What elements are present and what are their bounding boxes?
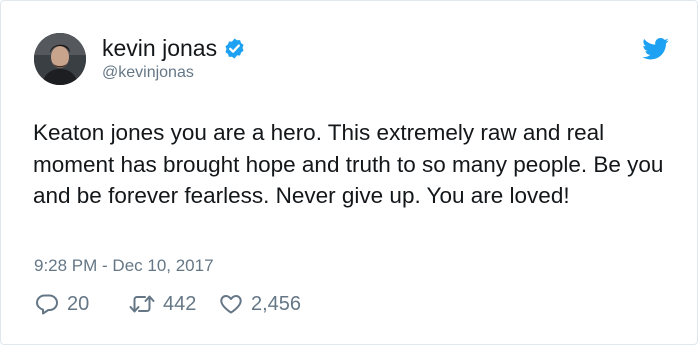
like-count: 2,456 <box>251 293 302 315</box>
author-name-row[interactable]: kevin jonas <box>102 33 246 63</box>
reply-button[interactable]: 20 <box>35 290 129 318</box>
tweet-card: kevin jonas @kevinjonas Keaton jones you… <box>0 0 698 345</box>
heart-icon <box>219 292 243 316</box>
avatar[interactable] <box>34 33 86 85</box>
tweet-actions: 20 442 2,456 <box>35 290 301 318</box>
retweet-count: 442 <box>163 293 197 315</box>
tweet-text: Keaton jones you are a hero. This extrem… <box>33 120 664 208</box>
author-handle[interactable]: @kevinjonas <box>102 63 194 83</box>
retweet-icon <box>129 292 155 316</box>
like-button[interactable]: 2,456 <box>219 290 301 318</box>
reply-icon <box>35 292 59 316</box>
twitter-bird-icon[interactable] <box>642 38 669 60</box>
avatar-photo <box>34 33 86 85</box>
reply-count: 20 <box>67 293 90 315</box>
verified-badge-icon <box>223 37 246 60</box>
retweet-button[interactable]: 442 <box>129 290 219 318</box>
author-display-name[interactable]: kevin jonas <box>102 33 217 63</box>
tweet-timestamp[interactable]: 9:28 PM - Dec 10, 2017 <box>34 254 214 278</box>
